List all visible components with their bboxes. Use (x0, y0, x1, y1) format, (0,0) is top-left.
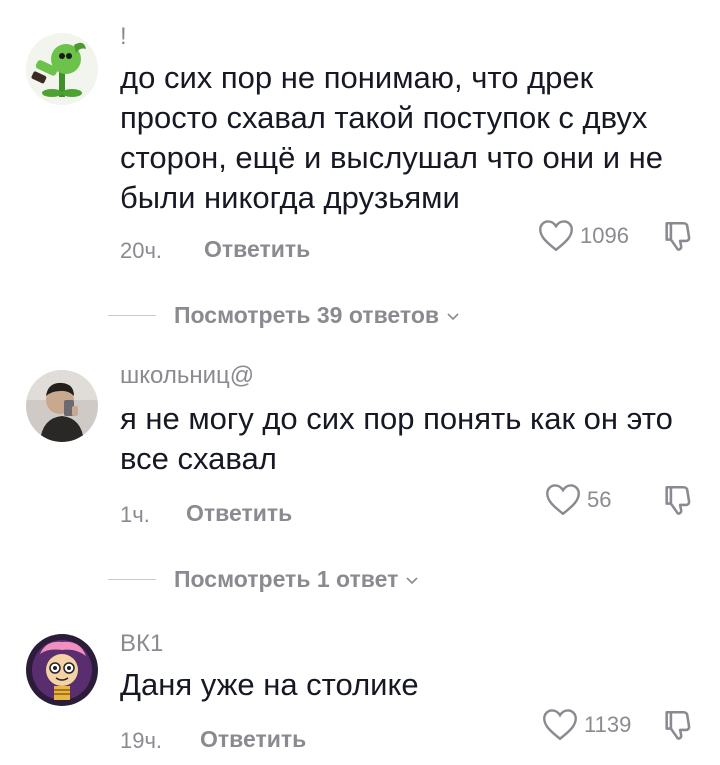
avatar[interactable] (26, 634, 98, 706)
comment-text: Даня уже на столике (120, 667, 419, 702)
comment-time: 1ч. (120, 502, 150, 527)
like-count: 56 (587, 486, 612, 512)
divider (108, 315, 156, 316)
reply-button[interactable]: Ответить (204, 236, 310, 263)
like-count: 1139 (584, 711, 632, 737)
heart-outline-icon (546, 484, 580, 516)
reply-button[interactable]: Ответить (200, 726, 306, 753)
divider (108, 579, 156, 580)
comment-item: ! до сих пор не понимаю, что дрек просто… (0, 0, 720, 300)
view-replies-label: Посмотреть 1 ответ (174, 566, 399, 592)
like-button[interactable]: 1096 (538, 219, 629, 252)
peashooter-plant-icon (26, 33, 98, 105)
heart-outline-icon (539, 220, 573, 252)
view-replies-button[interactable]: Посмотреть 1 ответ (108, 566, 420, 593)
view-replies-button[interactable]: Посмотреть 39 ответов (108, 302, 461, 329)
like-button[interactable]: 56 (545, 483, 611, 516)
dislike-button[interactable] (661, 708, 695, 747)
dislike-button[interactable] (661, 483, 695, 522)
comment-time: 19ч. (120, 728, 163, 753)
thumbs-down-icon (665, 221, 691, 251)
comment-username[interactable]: ! (120, 24, 127, 50)
view-replies-label: Посмотреть 39 ответов (174, 302, 440, 328)
heart-outline-icon (543, 709, 577, 741)
thumbs-down-icon (665, 710, 691, 740)
reply-button[interactable]: Ответить (186, 500, 292, 527)
dislike-button[interactable] (661, 219, 695, 258)
comment-username[interactable]: школьниц@ (120, 363, 254, 389)
thumbs-down-icon (665, 485, 691, 515)
comment-item: ВК1 Даня уже на столике 19ч. Ответить 11… (0, 622, 720, 765)
comment-time: 20ч. (120, 238, 163, 263)
avatar[interactable] (26, 33, 98, 105)
like-button[interactable]: 1139 (542, 708, 631, 741)
comment-item: школьниц@ я не могу до сих пор понять ка… (0, 356, 720, 536)
like-count: 1096 (580, 222, 629, 248)
avatar[interactable] (26, 370, 98, 442)
comment-username[interactable]: ВК1 (120, 631, 163, 657)
cartoon-character-icon (26, 634, 98, 706)
comment-text: до сих пор не понимаю, что дрек просто с… (120, 60, 664, 215)
person-photo-icon (26, 370, 98, 442)
chevron-down-icon (447, 312, 459, 320)
chevron-down-icon (406, 576, 418, 584)
comment-text: я не могу до сих пор понять как он это в… (120, 401, 673, 476)
